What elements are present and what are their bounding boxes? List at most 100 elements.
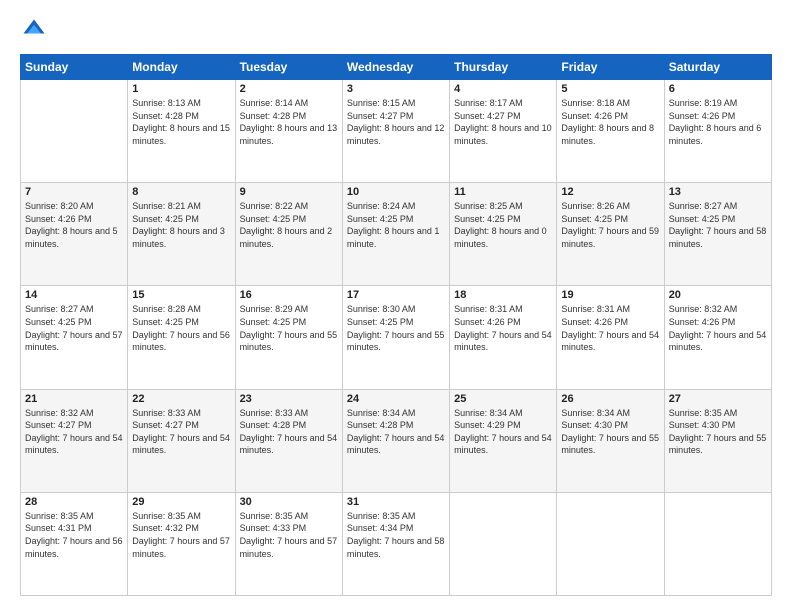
header xyxy=(20,16,772,44)
day-info: Sunrise: 8:31 AMSunset: 4:26 PMDaylight:… xyxy=(561,303,659,353)
logo xyxy=(20,16,52,44)
day-info: Sunrise: 8:21 AMSunset: 4:25 PMDaylight:… xyxy=(132,200,230,250)
day-info: Sunrise: 8:27 AMSunset: 4:25 PMDaylight:… xyxy=(669,200,767,250)
day-number: 17 xyxy=(347,289,445,301)
day-number: 18 xyxy=(454,289,552,301)
calendar-header-row: SundayMondayTuesdayWednesdayThursdayFrid… xyxy=(21,55,772,80)
day-number: 31 xyxy=(347,496,445,508)
weekday-header: Thursday xyxy=(450,55,557,80)
day-info: Sunrise: 8:34 AMSunset: 4:29 PMDaylight:… xyxy=(454,407,552,457)
calendar-day-cell: 21 Sunrise: 8:32 AMSunset: 4:27 PMDayligh… xyxy=(21,389,128,492)
day-number: 15 xyxy=(132,289,230,301)
calendar-day-cell: 11 Sunrise: 8:25 AMSunset: 4:25 PMDayligh… xyxy=(450,183,557,286)
day-info: Sunrise: 8:34 AMSunset: 4:28 PMDaylight:… xyxy=(347,407,445,457)
logo-icon xyxy=(20,16,48,44)
day-number: 12 xyxy=(561,186,659,198)
day-info: Sunrise: 8:18 AMSunset: 4:26 PMDaylight:… xyxy=(561,97,659,147)
day-number: 27 xyxy=(669,393,767,405)
day-number: 4 xyxy=(454,83,552,95)
day-info: Sunrise: 8:30 AMSunset: 4:25 PMDaylight:… xyxy=(347,303,445,353)
day-number: 7 xyxy=(25,186,123,198)
day-info: Sunrise: 8:17 AMSunset: 4:27 PMDaylight:… xyxy=(454,97,552,147)
calendar-day-cell: 6 Sunrise: 8:19 AMSunset: 4:26 PMDaylight… xyxy=(664,80,771,183)
calendar-day-cell: 23 Sunrise: 8:33 AMSunset: 4:28 PMDayligh… xyxy=(235,389,342,492)
weekday-header: Wednesday xyxy=(342,55,449,80)
calendar-week-row: 28 Sunrise: 8:35 AMSunset: 4:31 PMDayligh… xyxy=(21,492,772,595)
day-info: Sunrise: 8:33 AMSunset: 4:27 PMDaylight:… xyxy=(132,407,230,457)
day-info: Sunrise: 8:14 AMSunset: 4:28 PMDaylight:… xyxy=(240,97,338,147)
calendar-day-cell: 30 Sunrise: 8:35 AMSunset: 4:33 PMDayligh… xyxy=(235,492,342,595)
day-number: 14 xyxy=(25,289,123,301)
calendar-day-cell: 28 Sunrise: 8:35 AMSunset: 4:31 PMDayligh… xyxy=(21,492,128,595)
day-number: 21 xyxy=(25,393,123,405)
day-number: 25 xyxy=(454,393,552,405)
calendar-day-cell: 5 Sunrise: 8:18 AMSunset: 4:26 PMDaylight… xyxy=(557,80,664,183)
calendar-day-cell xyxy=(450,492,557,595)
calendar-day-cell: 24 Sunrise: 8:34 AMSunset: 4:28 PMDayligh… xyxy=(342,389,449,492)
calendar-day-cell: 9Sunrise: 8:22 AMSunset: 4:25 PMDaylight… xyxy=(235,183,342,286)
day-info: Sunrise: 8:24 AMSunset: 4:25 PMDaylight:… xyxy=(347,200,445,250)
calendar-day-cell: 2Sunrise: 8:14 AMSunset: 4:28 PMDaylight… xyxy=(235,80,342,183)
day-info: Sunrise: 8:26 AMSunset: 4:25 PMDaylight:… xyxy=(561,200,659,250)
calendar-day-cell: 19Sunrise: 8:31 AMSunset: 4:26 PMDayligh… xyxy=(557,286,664,389)
calendar-day-cell: 18 Sunrise: 8:31 AMSunset: 4:26 PMDayligh… xyxy=(450,286,557,389)
day-info: Sunrise: 8:35 AMSunset: 4:31 PMDaylight:… xyxy=(25,510,123,560)
day-number: 3 xyxy=(347,83,445,95)
calendar-day-cell: 26 Sunrise: 8:34 AMSunset: 4:30 PMDayligh… xyxy=(557,389,664,492)
calendar-day-cell: 20 Sunrise: 8:32 AMSunset: 4:26 PMDayligh… xyxy=(664,286,771,389)
weekday-header: Saturday xyxy=(664,55,771,80)
calendar-day-cell xyxy=(664,492,771,595)
day-info: Sunrise: 8:35 AMSunset: 4:33 PMDaylight:… xyxy=(240,510,338,560)
day-info: Sunrise: 8:25 AMSunset: 4:25 PMDaylight:… xyxy=(454,200,552,250)
day-info: Sunrise: 8:35 AMSunset: 4:32 PMDaylight:… xyxy=(132,510,230,560)
calendar-table: SundayMondayTuesdayWednesdayThursdayFrid… xyxy=(20,54,772,596)
day-number: 30 xyxy=(240,496,338,508)
calendar-day-cell xyxy=(557,492,664,595)
weekday-header: Friday xyxy=(557,55,664,80)
day-number: 13 xyxy=(669,186,767,198)
calendar-day-cell: 7 Sunrise: 8:20 AMSunset: 4:26 PMDaylight… xyxy=(21,183,128,286)
calendar-day-cell: 13 Sunrise: 8:27 AMSunset: 4:25 PMDayligh… xyxy=(664,183,771,286)
day-number: 5 xyxy=(561,83,659,95)
calendar-day-cell: 3 Sunrise: 8:15 AMSunset: 4:27 PMDaylight… xyxy=(342,80,449,183)
day-number: 22 xyxy=(132,393,230,405)
day-info: Sunrise: 8:27 AMSunset: 4:25 PMDaylight:… xyxy=(25,303,123,353)
day-number: 26 xyxy=(561,393,659,405)
day-number: 28 xyxy=(25,496,123,508)
calendar-day-cell: 22 Sunrise: 8:33 AMSunset: 4:27 PMDayligh… xyxy=(128,389,235,492)
day-number: 6 xyxy=(669,83,767,95)
calendar-week-row: 7 Sunrise: 8:20 AMSunset: 4:26 PMDaylight… xyxy=(21,183,772,286)
calendar-week-row: 21 Sunrise: 8:32 AMSunset: 4:27 PMDayligh… xyxy=(21,389,772,492)
day-number: 20 xyxy=(669,289,767,301)
calendar-day-cell: 15Sunrise: 8:28 AMSunset: 4:25 PMDayligh… xyxy=(128,286,235,389)
day-info: Sunrise: 8:15 AMSunset: 4:27 PMDaylight:… xyxy=(347,97,445,147)
calendar-day-cell: 25 Sunrise: 8:34 AMSunset: 4:29 PMDayligh… xyxy=(450,389,557,492)
calendar-day-cell: 8Sunrise: 8:21 AMSunset: 4:25 PMDaylight… xyxy=(128,183,235,286)
calendar-day-cell: 31Sunrise: 8:35 AMSunset: 4:34 PMDayligh… xyxy=(342,492,449,595)
calendar-day-cell: 17 Sunrise: 8:30 AMSunset: 4:25 PMDayligh… xyxy=(342,286,449,389)
day-number: 16 xyxy=(240,289,338,301)
day-info: Sunrise: 8:20 AMSunset: 4:26 PMDaylight:… xyxy=(25,200,123,250)
calendar-day-cell: 29Sunrise: 8:35 AMSunset: 4:32 PMDayligh… xyxy=(128,492,235,595)
calendar-day-cell: 14 Sunrise: 8:27 AMSunset: 4:25 PMDayligh… xyxy=(21,286,128,389)
weekday-header: Tuesday xyxy=(235,55,342,80)
calendar-day-cell: 16 Sunrise: 8:29 AMSunset: 4:25 PMDayligh… xyxy=(235,286,342,389)
day-info: Sunrise: 8:33 AMSunset: 4:28 PMDaylight:… xyxy=(240,407,338,457)
day-info: Sunrise: 8:29 AMSunset: 4:25 PMDaylight:… xyxy=(240,303,338,353)
day-info: Sunrise: 8:19 AMSunset: 4:26 PMDaylight:… xyxy=(669,97,767,147)
calendar-day-cell: 4 Sunrise: 8:17 AMSunset: 4:27 PMDaylight… xyxy=(450,80,557,183)
day-number: 23 xyxy=(240,393,338,405)
calendar-day-cell: 10Sunrise: 8:24 AMSunset: 4:25 PMDayligh… xyxy=(342,183,449,286)
day-number: 1 xyxy=(132,83,230,95)
day-number: 11 xyxy=(454,186,552,198)
day-info: Sunrise: 8:32 AMSunset: 4:27 PMDaylight:… xyxy=(25,407,123,457)
day-number: 24 xyxy=(347,393,445,405)
weekday-header: Sunday xyxy=(21,55,128,80)
day-info: Sunrise: 8:34 AMSunset: 4:30 PMDaylight:… xyxy=(561,407,659,457)
day-info: Sunrise: 8:31 AMSunset: 4:26 PMDaylight:… xyxy=(454,303,552,353)
day-info: Sunrise: 8:22 AMSunset: 4:25 PMDaylight:… xyxy=(240,200,338,250)
calendar-day-cell: 12 Sunrise: 8:26 AMSunset: 4:25 PMDayligh… xyxy=(557,183,664,286)
weekday-header: Monday xyxy=(128,55,235,80)
day-info: Sunrise: 8:13 AMSunset: 4:28 PMDaylight:… xyxy=(132,97,230,147)
day-info: Sunrise: 8:32 AMSunset: 4:26 PMDaylight:… xyxy=(669,303,767,353)
